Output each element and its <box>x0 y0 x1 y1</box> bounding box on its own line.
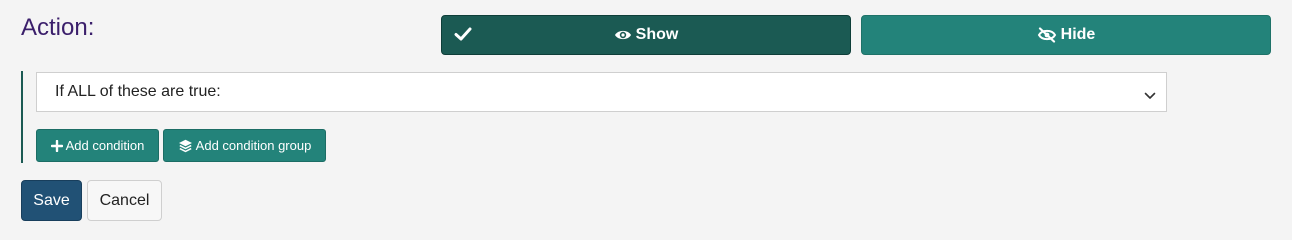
condition-match-select[interactable]: If ALL of these are true: <box>36 72 1167 112</box>
hide-label: Hide <box>1060 26 1096 43</box>
layers-icon <box>178 139 193 153</box>
add-condition-button[interactable]: Add condition <box>36 129 159 162</box>
save-button[interactable]: Save <box>21 180 82 221</box>
hide-button[interactable]: Hide <box>861 15 1271 55</box>
add-condition-group-label: Add condition group <box>195 138 312 153</box>
chevron-down-icon <box>1144 87 1156 105</box>
show-label: Show <box>635 26 679 43</box>
cancel-button[interactable]: Cancel <box>87 180 162 221</box>
action-label: Action: <box>21 14 95 41</box>
add-condition-label: Add condition <box>65 138 145 153</box>
condition-group: If ALL of these are true: Add condition … <box>21 71 1183 163</box>
eye-icon <box>614 28 632 42</box>
show-button[interactable]: Show <box>441 15 851 55</box>
eye-slash-icon <box>1037 27 1057 43</box>
check-icon <box>454 26 472 47</box>
condition-match-value: If ALL of these are true: <box>55 83 221 100</box>
plus-icon <box>50 139 63 152</box>
add-condition-group-button[interactable]: Add condition group <box>163 129 326 162</box>
